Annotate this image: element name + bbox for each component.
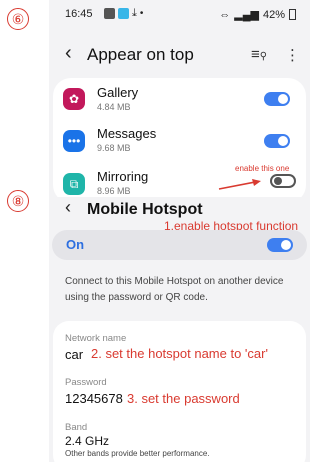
app-notification-icon xyxy=(118,8,129,19)
status-right-icons: ⇔ ▂▄▆ 42% xyxy=(219,8,296,21)
app-size: 4.84 MB xyxy=(97,102,131,112)
search-filter-icon[interactable]: ≡⚲ xyxy=(251,46,267,63)
hotspot-switch-bar[interactable]: On xyxy=(52,230,307,260)
status-dot: • xyxy=(139,8,144,19)
step2-annotation: 2. set the hotspot name to 'car' xyxy=(91,346,268,361)
signal-icon: ▂▄▆ xyxy=(234,9,259,21)
hotspot-description: Connect to this Mobile Hotspot on anothe… xyxy=(65,276,284,303)
step3-annotation: 3. set the password xyxy=(127,391,240,406)
step-8-badge: ⑧ xyxy=(7,190,29,212)
app-size: 9.68 MB xyxy=(97,143,131,153)
hotspot-settings-card: Network name car 2. set the hotspot name… xyxy=(53,321,306,462)
hotspot-status-label: On xyxy=(66,237,85,252)
step-6-badge: ⑥ xyxy=(7,8,29,30)
app-size: 8.96 MB xyxy=(97,186,131,196)
network-name-label: Network name xyxy=(65,333,127,344)
more-options-icon[interactable]: ⋮ xyxy=(285,46,300,64)
mirroring-toggle[interactable] xyxy=(270,174,296,188)
password-label: Password xyxy=(65,377,107,388)
gallery-toggle[interactable] xyxy=(264,92,290,106)
band-note: Other bands provide better performance. xyxy=(65,449,210,458)
list-item[interactable]: ••• Messages 9.68 MB xyxy=(53,120,306,160)
download-icon: ⤓ xyxy=(132,7,137,19)
page-title: Appear on top xyxy=(87,45,194,64)
gallery-flower-icon: ✿ xyxy=(63,88,85,110)
list-item[interactable]: ✿ Gallery 4.84 MB xyxy=(53,78,306,118)
back-arrow-icon[interactable]: ‹ xyxy=(65,42,72,65)
hotspot-title: Mobile Hotspot xyxy=(87,201,203,218)
mobile-hotspot-screen: ‹ Mobile Hotspot 1.enable hotspot functi… xyxy=(49,197,310,462)
enable-annotation: enable this one xyxy=(235,164,290,173)
battery-level: 42% xyxy=(262,8,285,21)
hotspot-toggle[interactable] xyxy=(267,238,293,252)
status-notification-icons: ⤓ • xyxy=(104,7,143,20)
mirroring-icon: ⧉ xyxy=(63,173,85,195)
status-time: 16:45 xyxy=(65,8,93,20)
password-value[interactable]: 12345678 xyxy=(65,391,123,406)
app-header: ‹ Appear on top ≡⚲ ⋮ xyxy=(49,38,310,72)
appear-on-top-screen: 16:45 ⤓ • ⇔ ▂▄▆ 42% ‹ Appear on top ≡⚲ ⋮… xyxy=(49,0,310,197)
status-bar: 16:45 ⤓ • ⇔ ▂▄▆ 42% xyxy=(49,0,310,28)
app-name: Messages xyxy=(97,126,157,141)
messages-toggle[interactable] xyxy=(264,134,290,148)
band-value[interactable]: 2.4 GHz xyxy=(65,434,109,448)
band-label: Band xyxy=(65,422,88,433)
network-name-value[interactable]: car xyxy=(65,347,83,362)
battery-icon xyxy=(289,9,296,20)
app-name: Mirroring xyxy=(97,169,149,184)
app-list-card: ✿ Gallery 4.84 MB ••• Messages 9.68 MB ⧉… xyxy=(53,78,306,197)
photo-notification-icon xyxy=(104,8,115,19)
link-icon: ⇔ xyxy=(219,8,231,21)
app-name: Gallery xyxy=(97,85,139,100)
back-arrow-icon[interactable]: ‹ xyxy=(65,197,71,218)
messages-bubble-icon: ••• xyxy=(63,130,85,152)
